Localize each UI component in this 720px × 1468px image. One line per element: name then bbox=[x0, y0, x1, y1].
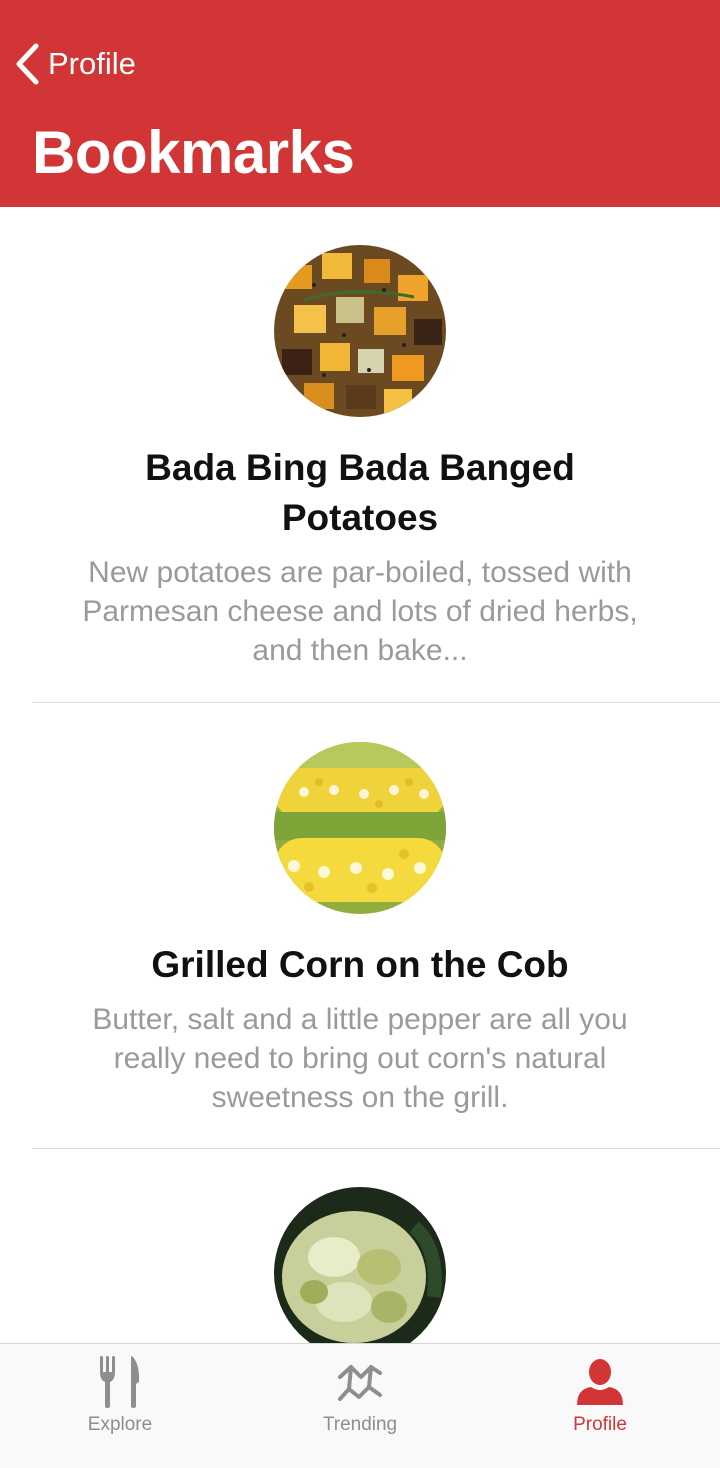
chevron-left-icon bbox=[16, 43, 39, 85]
bookmark-card[interactable]: Grilled Corn on the Cob Butter, salt and… bbox=[0, 742, 720, 1117]
bookmark-list[interactable]: Bada Bing Bada Banged Potatoes New potat… bbox=[0, 207, 720, 1343]
egg-salad-photo bbox=[274, 1187, 446, 1343]
list-divider bbox=[32, 702, 720, 703]
bookmark-card[interactable] bbox=[0, 1187, 720, 1343]
bookmark-description: New potatoes are par-boiled, tossed with… bbox=[82, 556, 638, 667]
back-button[interactable]: Profile bbox=[14, 40, 136, 88]
list-divider bbox=[32, 1148, 720, 1149]
tab-explore-label: Explore bbox=[87, 1414, 153, 1435]
roasted-potatoes-photo bbox=[274, 245, 446, 417]
bookmark-title: Grilled Corn on the Cob bbox=[151, 944, 569, 985]
tab-trending[interactable]: Trending bbox=[280, 1344, 440, 1444]
tab-profile[interactable]: Profile bbox=[520, 1344, 680, 1444]
person-icon bbox=[577, 1359, 623, 1405]
bookmark-title: Bada Bing Bada Banged Potatoes bbox=[145, 447, 575, 538]
back-button-label: Profile bbox=[48, 46, 136, 81]
bookmark-card[interactable]: Bada Bing Bada Banged Potatoes New potat… bbox=[0, 245, 720, 670]
page-title: Bookmarks bbox=[32, 119, 355, 186]
fork-knife-icon bbox=[100, 1356, 140, 1408]
bookmark-description: Butter, salt and a little pepper are all… bbox=[92, 1003, 628, 1114]
trending-icon bbox=[338, 1365, 382, 1401]
corn-on-the-cob-photo bbox=[274, 742, 446, 914]
nav-header: Profile Bookmarks bbox=[0, 0, 720, 207]
tab-trending-label: Trending bbox=[322, 1414, 398, 1435]
tab-explore[interactable]: Explore bbox=[40, 1344, 200, 1444]
tab-bar: Explore Trending Profile bbox=[0, 1343, 720, 1468]
tab-profile-label: Profile bbox=[573, 1414, 627, 1435]
